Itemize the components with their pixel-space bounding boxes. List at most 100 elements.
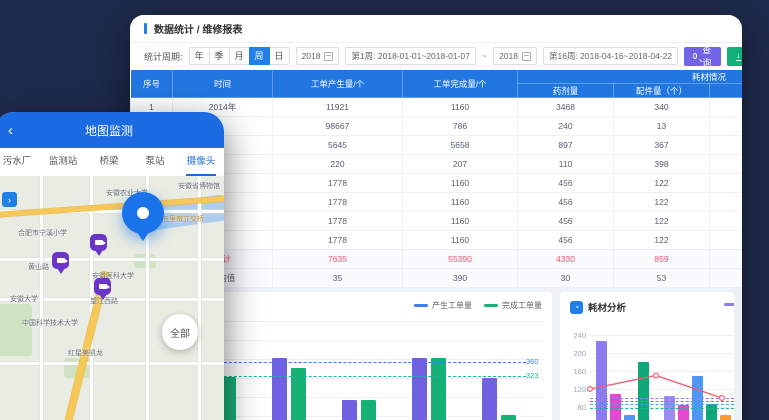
phone-tab-bar: 污水厂监测站桥梁泵站摄像头 bbox=[0, 148, 224, 176]
table-cell: 456 bbox=[518, 231, 614, 250]
selected-location-marker[interactable] bbox=[122, 192, 164, 234]
table-cell: 3468 bbox=[518, 98, 614, 117]
marker-center-dot bbox=[137, 207, 149, 219]
map-label: 安徽省博物馆 bbox=[178, 181, 220, 191]
table-cell: 90 bbox=[710, 155, 743, 174]
table-cell: 897 bbox=[518, 136, 614, 155]
table-cell: 456 bbox=[518, 212, 614, 231]
table-cell: 1160 bbox=[403, 231, 518, 250]
column-subheader: 药剂量 bbox=[518, 84, 614, 98]
year-end-value: 2018 bbox=[499, 51, 518, 61]
period-option-周[interactable]: 周 bbox=[249, 47, 270, 65]
show-all-button[interactable]: 全部 bbox=[162, 314, 198, 350]
gridline bbox=[174, 359, 544, 360]
column-header: 工单完成量/个 bbox=[403, 70, 518, 98]
camera-icon bbox=[57, 258, 65, 263]
phone-tab-桥梁[interactable]: 桥梁 bbox=[86, 148, 132, 176]
phone-header: ‹ 地图监测 bbox=[0, 112, 224, 148]
bar-完成工单量 bbox=[501, 415, 516, 420]
map-label: 中国科学技术大学 bbox=[22, 318, 78, 328]
camera-pin[interactable] bbox=[90, 234, 107, 251]
year-end-select[interactable]: 2018 bbox=[493, 47, 537, 65]
phone-tab-泵站[interactable]: 泵站 bbox=[132, 148, 178, 176]
reference-label: 323 bbox=[526, 371, 550, 380]
reference-line bbox=[174, 362, 526, 363]
table-cell: 207 bbox=[403, 155, 518, 174]
table-cell: 110 bbox=[518, 155, 614, 174]
breadcrumb: 数据统计 / 维修报表 bbox=[130, 15, 742, 43]
map-view[interactable]: › 全部 安徽农业大学安徽省博物馆五里墩立交桥合肥市宁溪小学黄山路安徽医科大学安… bbox=[0, 176, 224, 420]
table-cell: 390 bbox=[403, 269, 518, 288]
accent-bar bbox=[144, 23, 147, 34]
table-cell: 786 bbox=[403, 117, 518, 136]
week-end-input[interactable]: 第16周: 2018-04-16~2018-04-22 bbox=[543, 47, 678, 65]
table-cell: 122 bbox=[614, 231, 710, 250]
column-header: 序号 bbox=[131, 70, 173, 98]
query-button[interactable]: 查询 bbox=[684, 47, 721, 66]
phone-tab-监测站[interactable]: 监测站 bbox=[40, 148, 86, 176]
reference-line bbox=[174, 376, 526, 377]
table-cell: 1778 bbox=[273, 231, 403, 250]
table-cell: 7 bbox=[710, 117, 743, 136]
table-cell: 859 bbox=[614, 250, 710, 269]
year-start-select[interactable]: 2018 bbox=[296, 47, 340, 65]
period-option-日[interactable]: 日 bbox=[269, 47, 290, 65]
period-segmented-control: 年季月周日 bbox=[189, 47, 290, 65]
query-label: 查询 bbox=[701, 43, 712, 69]
table-cell: 456 bbox=[518, 174, 614, 193]
column-header: 工单产生量/个 bbox=[273, 70, 403, 98]
period-option-月[interactable]: 月 bbox=[229, 47, 250, 65]
week-start-value: 第1周: 2018-01-01~2018-01-07 bbox=[351, 50, 469, 62]
table-cell: 122 bbox=[614, 193, 710, 212]
table-cell: 1778 bbox=[273, 174, 403, 193]
phone-tab-污水厂[interactable]: 污水厂 bbox=[0, 148, 40, 176]
map-label: 安徽大学 bbox=[10, 294, 38, 304]
back-icon[interactable]: ‹ bbox=[8, 123, 13, 138]
bar-完成工单量 bbox=[361, 400, 376, 420]
period-option-年[interactable]: 年 bbox=[189, 47, 210, 65]
road bbox=[198, 176, 201, 420]
camera-pin[interactable] bbox=[52, 252, 69, 269]
table-cell: 1778 bbox=[273, 193, 403, 212]
year-start-value: 2018 bbox=[302, 51, 321, 61]
road bbox=[0, 362, 224, 365]
table-cell: 55390 bbox=[403, 250, 518, 269]
reference-label: 360 bbox=[526, 357, 550, 366]
table-cell: 5658 bbox=[403, 136, 518, 155]
table-cell: 1160 bbox=[403, 98, 518, 117]
camera-pin[interactable] bbox=[94, 278, 111, 295]
map-label: 五里墩立交桥 bbox=[162, 214, 204, 224]
bar-产生工单量 bbox=[342, 400, 357, 420]
table-cell: 220 bbox=[273, 155, 403, 174]
table-cell: 79 bbox=[710, 174, 743, 193]
export-excel-button[interactable]: ↓ 导出Excel bbox=[727, 47, 742, 66]
table-cell: 7635 bbox=[273, 250, 403, 269]
bar-产生工单量 bbox=[272, 358, 287, 420]
table-cell: 35 bbox=[273, 269, 403, 288]
table-cell: 240 bbox=[518, 117, 614, 136]
expand-button[interactable]: › bbox=[2, 192, 17, 207]
calendar-icon bbox=[324, 52, 333, 61]
table-cell: 124 bbox=[710, 136, 743, 155]
table-cell: 13 bbox=[614, 117, 710, 136]
screenshot-stage: 数据统计 / 维修报表 统计周期: 年季月周日 2018 第1周: 2018-0… bbox=[0, 0, 769, 420]
week-start-input[interactable]: 第1周: 2018-01-01~2018-01-07 bbox=[345, 47, 475, 65]
table-cell: 398 bbox=[614, 155, 710, 174]
park bbox=[0, 304, 32, 356]
period-option-季[interactable]: 季 bbox=[209, 47, 230, 65]
map-label: 黄山路 bbox=[28, 262, 49, 272]
table-cell: 340 bbox=[614, 98, 710, 117]
column-header: 耗材情况 bbox=[518, 70, 743, 84]
road bbox=[0, 258, 224, 261]
breadcrumb-text: 数据统计 / 维修报表 bbox=[154, 21, 242, 36]
table-cell: 70 bbox=[710, 98, 743, 117]
phone-tab-摄像头[interactable]: 摄像头 bbox=[178, 148, 224, 176]
table-cell: 53 bbox=[614, 269, 710, 288]
table-cell: 11921 bbox=[273, 98, 403, 117]
download-icon: ↓ bbox=[736, 51, 741, 61]
phone-title: 地图监测 bbox=[0, 122, 224, 139]
camera-icon bbox=[99, 284, 107, 289]
bar-产生工单量 bbox=[482, 378, 497, 420]
column-subheader: 用水量 bbox=[710, 84, 743, 98]
table-cell: 98667 bbox=[273, 117, 403, 136]
